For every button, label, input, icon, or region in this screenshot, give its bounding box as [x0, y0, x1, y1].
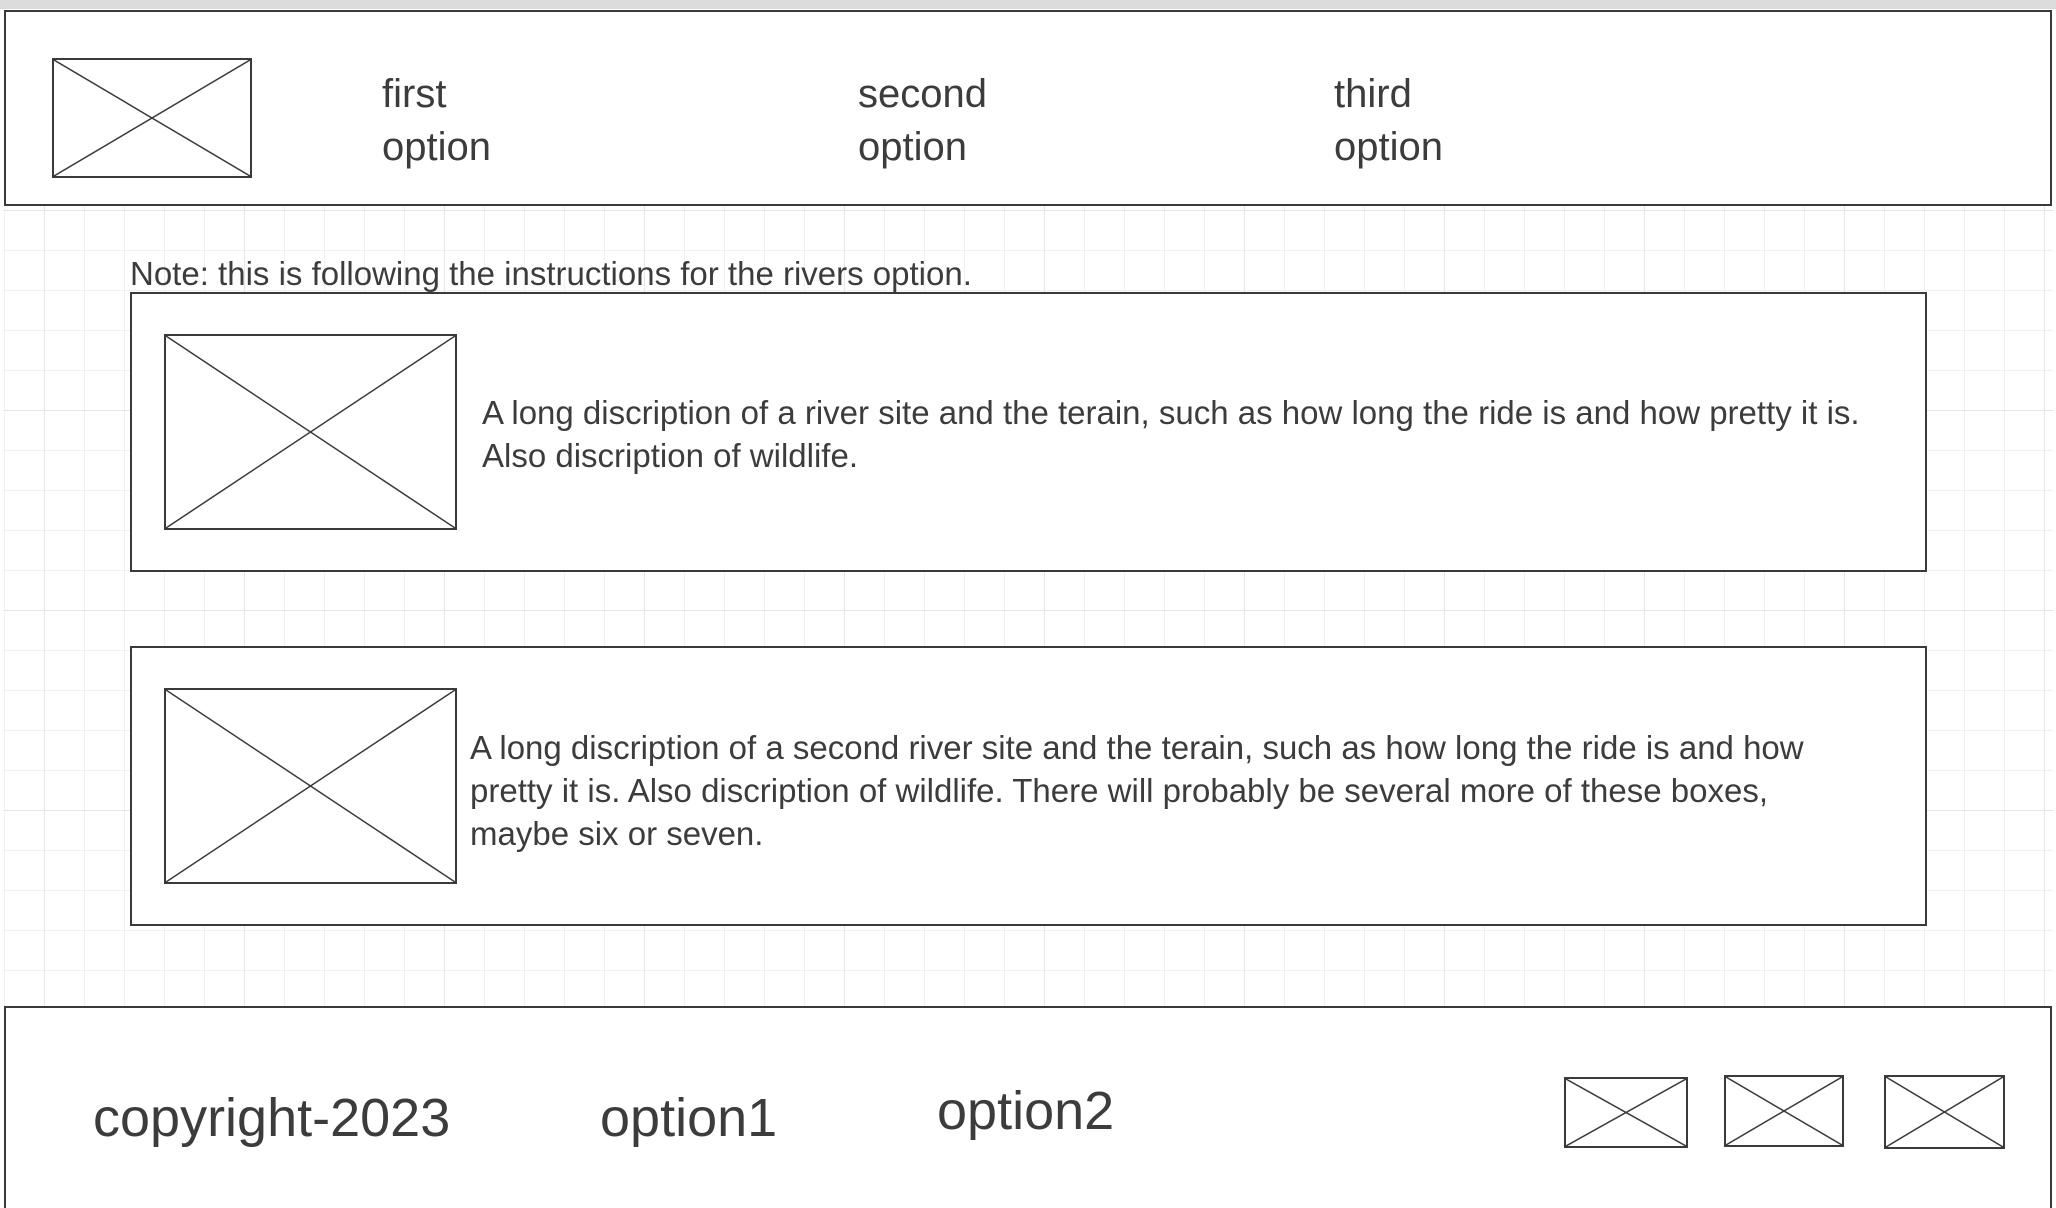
nav-first-option-label: first option	[382, 72, 491, 169]
river-card-1[interactable]: A long discription of a river site and t…	[130, 292, 1927, 572]
page-note: Note: this is following the instructions…	[130, 255, 972, 292]
river-1-description: A long discription of a river site and t…	[482, 394, 1860, 474]
nav-third-option-label: third option	[1334, 72, 1443, 169]
social-image-placeholder-icon[interactable]	[1884, 1075, 2005, 1149]
nav-first-option[interactable]: first option	[382, 68, 642, 174]
nav-third-option[interactable]: third option	[1334, 68, 1594, 174]
nav-second-option-label: second option	[858, 72, 987, 169]
footer-copyright: copyright-2023	[93, 1088, 451, 1148]
logo-image-placeholder-icon[interactable]	[52, 58, 252, 178]
nav-second-option[interactable]: second option	[858, 68, 1118, 174]
river-card-2[interactable]: A long discription of a second river sit…	[130, 646, 1927, 926]
window-top-strip	[0, 0, 2056, 9]
footer-bar: copyright-2023 option1 option2	[4, 1006, 2052, 1208]
river-2-description: A long discription of a second river sit…	[470, 729, 1804, 852]
river-1-image-placeholder-icon	[164, 334, 457, 530]
footer-option2-link[interactable]: option2	[937, 1079, 1114, 1143]
header-bar: first option second option third option	[4, 10, 2052, 206]
footer-option1-link[interactable]: option1	[600, 1086, 777, 1150]
social-image-placeholder-icon[interactable]	[1564, 1077, 1688, 1148]
social-image-placeholder-icon[interactable]	[1724, 1075, 1844, 1147]
river-2-image-placeholder-icon	[164, 688, 457, 884]
